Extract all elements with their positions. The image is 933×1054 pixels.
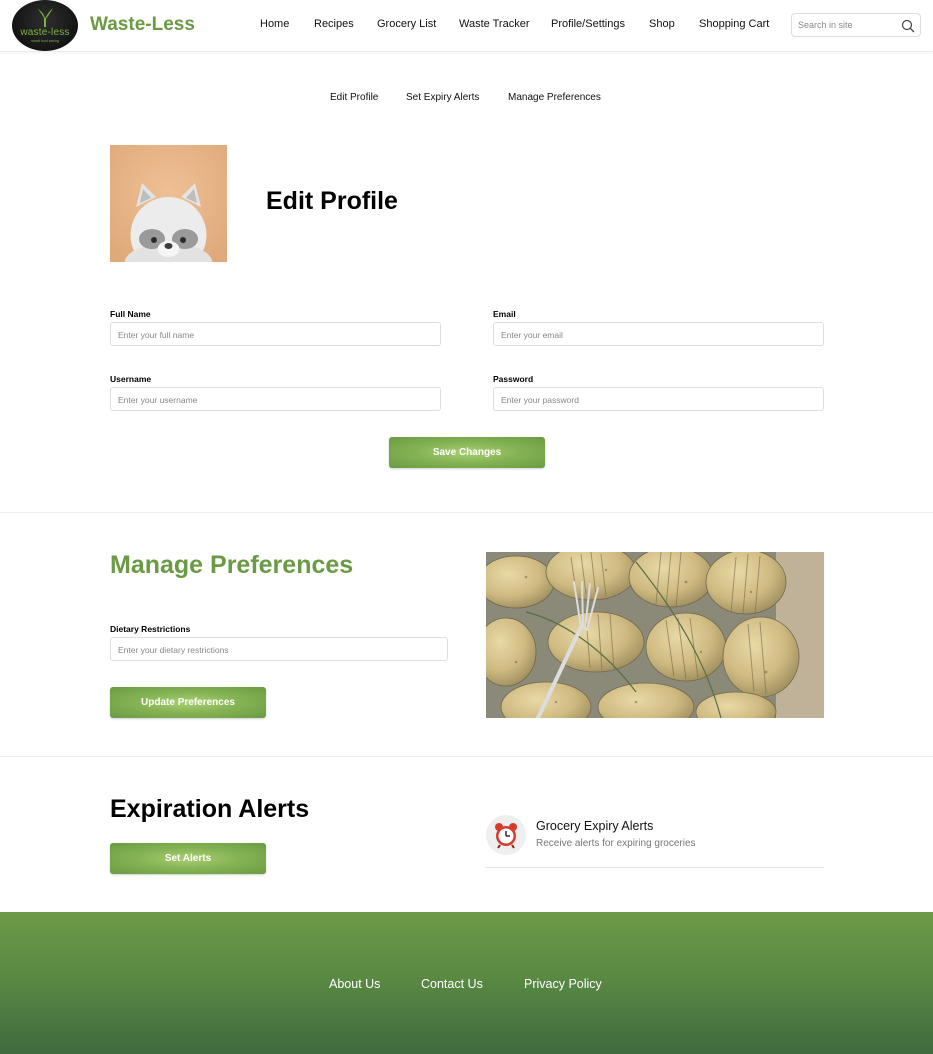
- nav-item-grocery-list[interactable]: Grocery List: [377, 18, 436, 30]
- full-name-field[interactable]: Enter your full name: [110, 322, 441, 346]
- section-divider-2: [0, 756, 933, 757]
- nav-item-home[interactable]: Home: [260, 18, 289, 30]
- dietary-restrictions-label: Dietary Restrictions: [110, 624, 191, 634]
- alert-icon-container: [486, 815, 526, 855]
- set-alerts-button[interactable]: Set Alerts: [110, 843, 266, 874]
- search-icon[interactable]: [901, 19, 915, 33]
- save-changes-button[interactable]: Save Changes: [389, 437, 545, 468]
- section-divider: [0, 512, 933, 513]
- manage-preferences-title: Manage Preferences: [110, 551, 354, 579]
- profile-avatar[interactable]: [110, 145, 227, 262]
- grocery-expiry-alerts-description: Receive alerts for expiring groceries: [536, 838, 696, 849]
- email-field[interactable]: Enter your email: [493, 322, 824, 346]
- full-name-placeholder: Enter your full name: [118, 330, 195, 340]
- grocery-expiry-alerts-title: Grocery Expiry Alerts: [536, 819, 654, 833]
- alarm-clock-icon: [495, 823, 517, 849]
- footer-link-about-us[interactable]: About Us: [329, 977, 380, 991]
- logo-tagline: smart food saving: [31, 39, 59, 43]
- full-name-label: Full Name: [110, 309, 151, 319]
- brand-name[interactable]: Waste-Less: [90, 14, 195, 36]
- nav-item-shopping-cart[interactable]: Shopping Cart: [699, 18, 769, 30]
- nav-item-shop[interactable]: Shop: [649, 18, 675, 30]
- footer-link-contact-us[interactable]: Contact Us: [421, 977, 483, 991]
- update-preferences-button[interactable]: Update Preferences: [110, 687, 266, 718]
- site-header: waste-less smart food saving Waste-Less …: [0, 0, 933, 52]
- logo-wordmark: waste-less: [20, 27, 70, 38]
- potatoes-photo: [486, 552, 824, 718]
- footer-link-privacy-policy[interactable]: Privacy Policy: [524, 977, 602, 991]
- password-placeholder: Enter your password: [501, 395, 579, 405]
- subnav-manage-preferences[interactable]: Manage Preferences: [508, 92, 601, 103]
- expiration-alerts-title: Expiration Alerts: [110, 795, 310, 823]
- search-input[interactable]: Search in site: [791, 13, 921, 37]
- nav-item-recipes[interactable]: Recipes: [314, 18, 354, 30]
- brand-logo[interactable]: waste-less smart food saving: [12, 0, 78, 51]
- password-label: Password: [493, 374, 534, 384]
- dietary-restrictions-field[interactable]: Enter your dietary restrictions: [110, 637, 448, 661]
- edit-profile-title: Edit Profile: [266, 187, 398, 215]
- sprout-icon: [38, 8, 53, 27]
- username-placeholder: Enter your username: [118, 395, 198, 405]
- nav-item-profile-settings[interactable]: Profile/Settings: [551, 18, 625, 30]
- password-field[interactable]: Enter your password: [493, 387, 824, 411]
- email-label: Email: [493, 309, 516, 319]
- subnav-set-expiry-alerts[interactable]: Set Expiry Alerts: [406, 92, 479, 103]
- search-placeholder: Search in site: [798, 20, 853, 30]
- hasselback-potatoes-image: [486, 552, 824, 718]
- nav-item-waste-tracker[interactable]: Waste Tracker: [459, 18, 530, 30]
- site-footer: About Us Contact Us Privacy Policy: [0, 912, 933, 1054]
- subnav-edit-profile[interactable]: Edit Profile: [330, 92, 378, 103]
- raccoon-avatar-image: [110, 145, 227, 262]
- username-label: Username: [110, 374, 152, 384]
- username-field[interactable]: Enter your username: [110, 387, 441, 411]
- alert-card-divider: [486, 867, 824, 868]
- dietary-restrictions-placeholder: Enter your dietary restrictions: [118, 645, 229, 655]
- email-placeholder: Enter your email: [501, 330, 563, 340]
